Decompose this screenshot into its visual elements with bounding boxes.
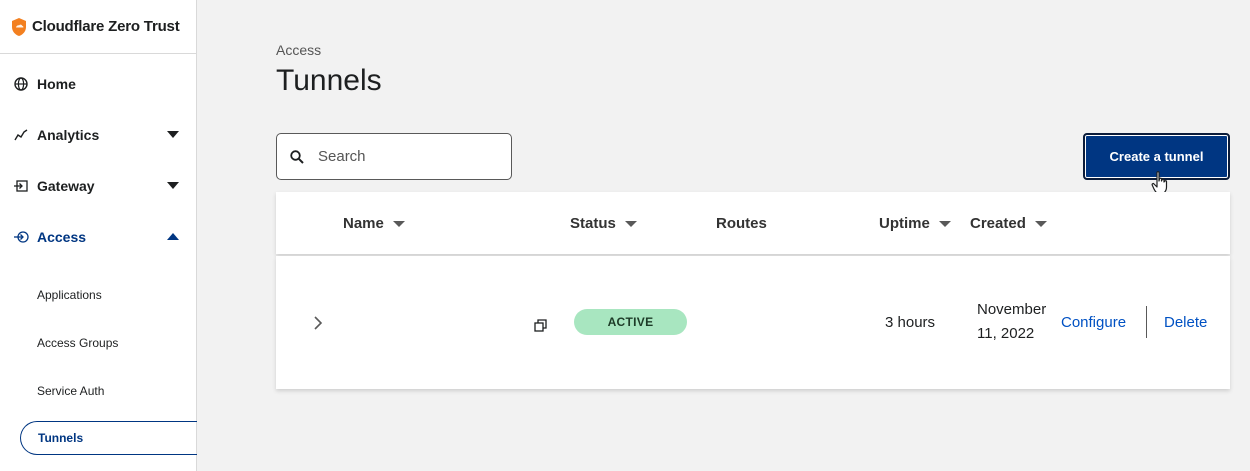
sidebar-subitem-access-groups[interactable]: Access Groups [20,326,197,360]
search-input[interactable] [318,148,498,165]
table-header: Name Status Routes Uptime Created [276,192,1230,254]
created-value: November 11, 2022 [977,301,1047,342]
breadcrumb[interactable]: Access [276,42,321,58]
action-divider [1146,306,1147,338]
sidebar: Cloudflare Zero Trust Home Analytics Gat… [0,0,197,471]
sidebar-item-access[interactable]: Access [0,217,196,257]
sidebar-item-gateway[interactable]: Gateway [0,166,196,206]
sort-caret-icon [392,220,405,227]
sidebar-item-label: Home [37,76,76,92]
table-row: ACTIVE 3 hours November 11, 2022 Configu… [276,256,1230,389]
globe-icon [13,76,29,92]
analytics-icon [13,127,29,143]
column-header-name[interactable]: Name [343,215,405,232]
brand-name: Cloudflare Zero Trust [32,18,180,35]
sidebar-item-label: Access [37,229,87,245]
page-title: Tunnels [276,64,382,97]
brand[interactable]: Cloudflare Zero Trust [0,0,196,54]
chevron-down-icon[interactable] [167,131,179,138]
sort-caret-icon [938,220,951,227]
sort-caret-icon [1034,220,1047,227]
access-icon [13,229,29,245]
gateway-icon [13,178,29,194]
sidebar-item-home[interactable]: Home [0,64,196,104]
column-header-uptime[interactable]: Uptime [879,215,951,232]
copy-icon[interactable] [534,319,548,333]
sidebar-item-label: Analytics [37,127,100,143]
status-badge: ACTIVE [574,309,687,335]
search-icon [290,149,304,164]
sidebar-item-analytics[interactable]: Analytics [0,115,196,155]
sidebar-subitem-tunnels[interactable]: Tunnels [20,421,197,455]
chevron-right-icon[interactable] [312,315,324,331]
search-box[interactable] [276,133,512,180]
shield-logo-icon [12,17,26,36]
sidebar-subitem-service-auth[interactable]: Service Auth [20,374,197,408]
sidebar-subitem-applications[interactable]: Applications [20,278,197,312]
uptime-value: 3 hours [885,314,936,331]
column-header-status[interactable]: Status [570,215,637,232]
column-header-created[interactable]: Created [970,215,1047,232]
chevron-up-icon[interactable] [167,233,179,240]
sidebar-item-label: Gateway [37,178,95,194]
chevron-down-icon[interactable] [167,182,179,189]
delete-link[interactable]: Delete [1164,314,1207,331]
configure-link[interactable]: Configure [1061,314,1126,331]
column-header-routes: Routes [716,215,767,232]
sort-caret-icon [624,220,637,227]
